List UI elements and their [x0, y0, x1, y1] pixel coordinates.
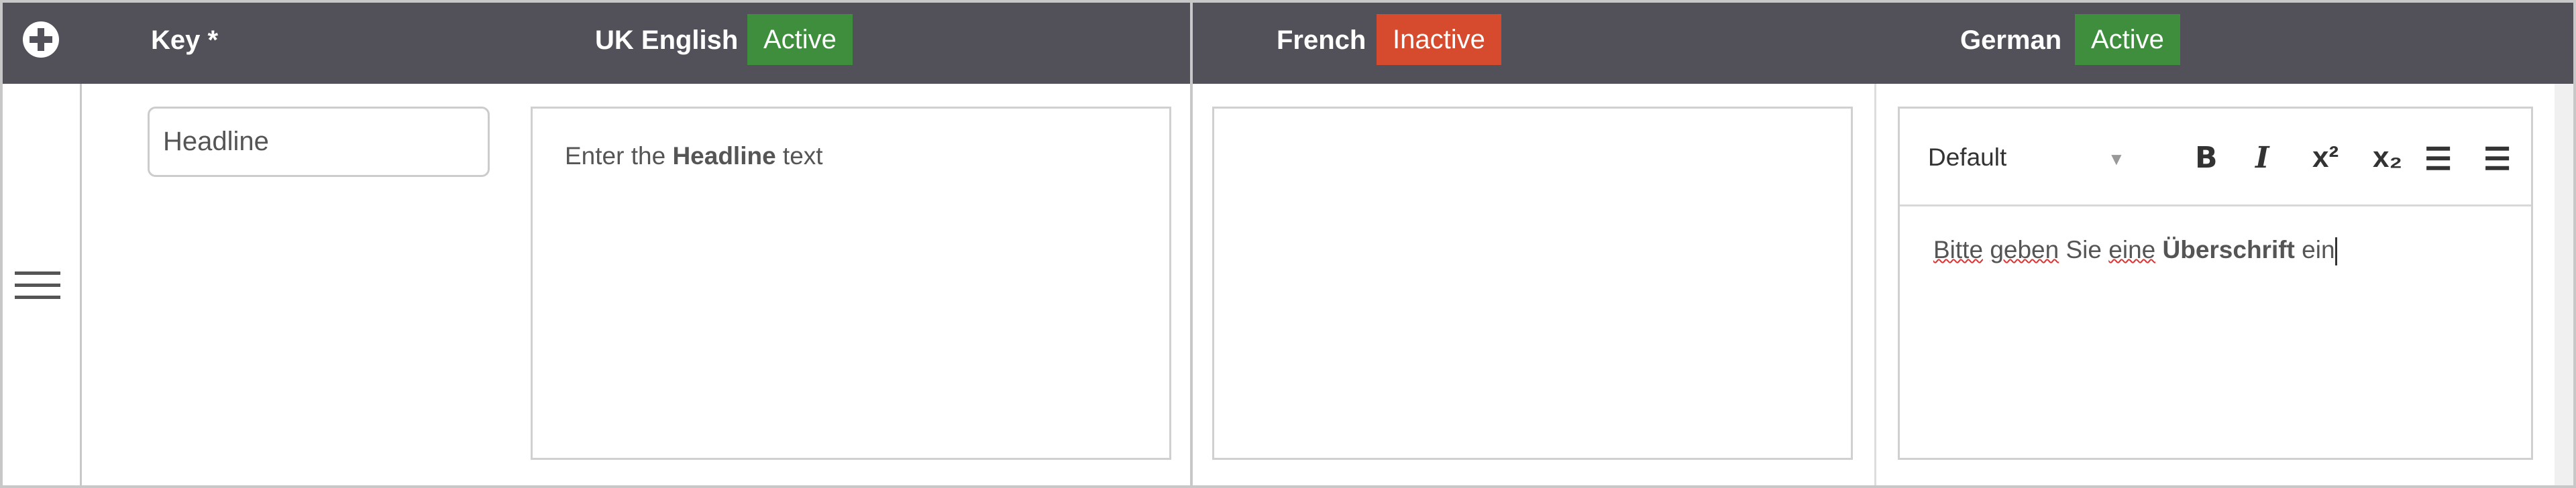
drag-column	[3, 84, 82, 485]
key-input[interactable]	[148, 107, 490, 177]
superscript-button[interactable]: x²	[2312, 141, 2339, 174]
bold-button[interactable]: B	[2195, 141, 2218, 175]
status-badge-uk[interactable]: Active	[747, 14, 853, 65]
status-badge-german[interactable]: Active	[2075, 14, 2180, 65]
bulleted-list-icon[interactable]: ☰	[2424, 141, 2452, 177]
key-column-header: Key *	[151, 25, 219, 55]
status-badge-french[interactable]: Inactive	[1377, 14, 1501, 65]
language-name-uk: UK English	[595, 25, 739, 55]
editor-toolbar: Default ▼ B I x² x₂ ☰ ☰	[1900, 109, 2531, 206]
german-editor[interactable]: Default ▼ B I x² x₂ ☰ ☰ Bitte geben Sie …	[1898, 107, 2533, 460]
plus-circle-icon[interactable]	[23, 21, 59, 58]
italic-button[interactable]: I	[2255, 141, 2269, 175]
style-select[interactable]: Default	[1928, 143, 2006, 172]
chevron-down-icon[interactable]: ▼	[2108, 149, 2125, 170]
text-caret	[2334, 237, 2337, 266]
language-name-french: French	[1277, 25, 1366, 55]
hamburger-icon[interactable]	[15, 271, 60, 299]
uk-english-text: Enter the Headline text	[565, 142, 823, 170]
scrollbar[interactable]	[2555, 84, 2573, 485]
french-editor[interactable]	[1212, 107, 1853, 460]
uk-english-editor[interactable]: Enter the Headline text	[531, 107, 1171, 460]
column-divider	[1874, 84, 1876, 485]
column-divider	[1190, 3, 1193, 485]
subscript-button[interactable]: x₂	[2373, 141, 2402, 174]
language-name-german: German	[1960, 25, 2062, 55]
german-text: Bitte geben Sie eine Überschrift ein	[1933, 236, 2337, 266]
numbered-list-icon[interactable]: ☰	[2483, 141, 2511, 177]
